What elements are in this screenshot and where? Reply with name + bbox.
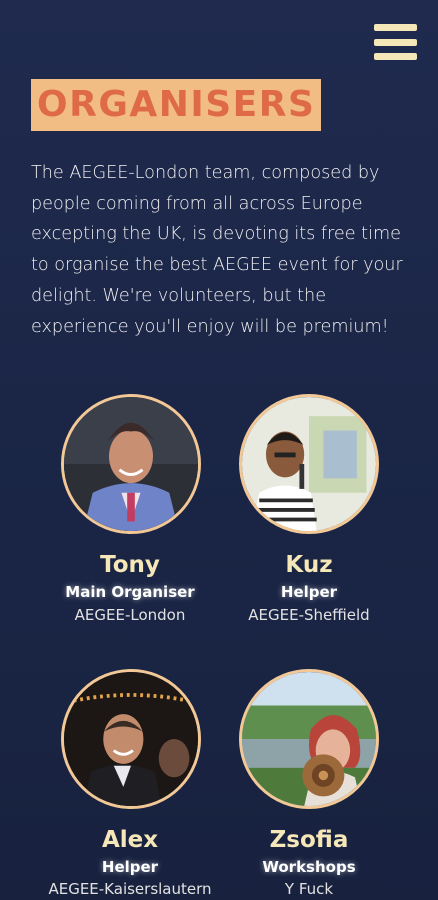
section-title-highlight: ORGANISERS	[31, 79, 322, 131]
photo-zsofia	[242, 672, 376, 806]
organiser-name: Tony	[100, 552, 160, 578]
organiser-group: AEGEE-London	[74, 606, 186, 624]
organiser-role: Main Organiser	[65, 583, 195, 601]
organiser-group: Y Fuck	[284, 880, 334, 898]
hamburger-menu-icon-bar	[374, 24, 417, 31]
organiser-group: AEGEE-Kaiserslautern	[48, 880, 212, 898]
hamburger-menu-icon-bar	[374, 38, 417, 46]
organiser-name: Zsofia	[269, 827, 349, 853]
hamburger-menu-icon-bar	[374, 53, 417, 60]
photo-kuz	[242, 397, 376, 531]
intro-paragraph: The AEGEE-London team, composed by peopl…	[31, 163, 403, 337]
organiser-role: Helper	[280, 583, 338, 601]
organiser-role: Helper	[101, 858, 159, 876]
organiser-role: Workshops	[262, 858, 356, 876]
menu-button[interactable]	[374, 24, 417, 60]
organiser-name: Alex	[101, 827, 159, 853]
avatar-zsofia	[239, 669, 379, 809]
organiser-name: Kuz	[285, 552, 333, 578]
avatar-tony	[61, 394, 201, 534]
photo-alex	[64, 672, 198, 806]
organiser-group: AEGEE-Sheffield	[248, 606, 370, 624]
section-title: ORGANISERS	[37, 84, 316, 125]
avatar-kuz	[239, 394, 379, 534]
avatar-alex	[61, 669, 201, 809]
photo-tony	[64, 397, 198, 531]
